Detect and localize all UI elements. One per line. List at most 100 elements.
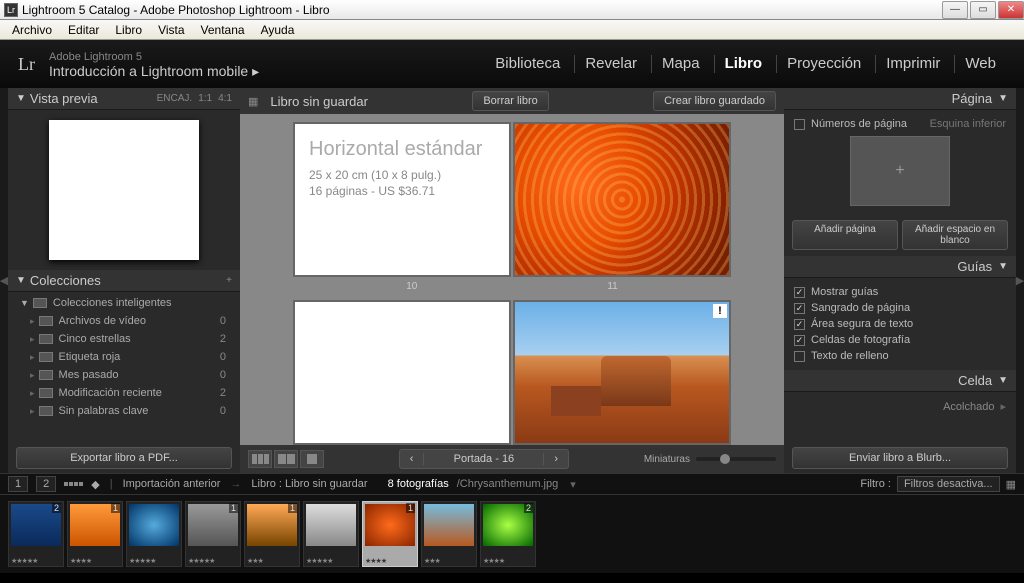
collection-row[interactable]: ▸Cinco estrellas2 <box>8 330 240 348</box>
guide-checkbox[interactable] <box>794 303 805 314</box>
cell-panel-header[interactable]: Celda ▼ <box>784 370 1016 392</box>
right-edge-handle[interactable]: ▶ <box>1016 88 1024 473</box>
book-canvas[interactable]: Horizontal estándar 25 x 20 cm (10 x 8 p… <box>240 114 784 445</box>
menu-editar[interactable]: Editar <box>60 21 107 39</box>
header-tagline[interactable]: Introducción a Lightroom mobile ▸ <box>49 64 259 78</box>
module-revelar[interactable]: Revelar <box>574 55 647 73</box>
collection-row[interactable]: ▸Etiqueta roja0 <box>8 348 240 366</box>
grid-view-icon[interactable] <box>64 482 83 486</box>
spread-10-11: Horizontal estándar 25 x 20 cm (10 x 8 p… <box>270 122 754 277</box>
guide-option[interactable]: Celdas de fotografía <box>794 332 1006 348</box>
filter-select[interactable]: Filtros desactiva... <box>897 476 1000 492</box>
collection-row[interactable]: ▸Sin palabras clave0 <box>8 402 240 420</box>
view-single-button[interactable] <box>300 450 324 468</box>
show-guides-label: Mostrar guías <box>811 286 878 298</box>
collection-row[interactable]: ▸Mes pasado0 <box>8 366 240 384</box>
filename-dropdown-icon[interactable]: ▾ <box>570 478 576 491</box>
cell-padding-label: Acolchado <box>943 401 994 413</box>
page-13[interactable]: ! <box>513 300 731 445</box>
page-12[interactable] <box>293 300 511 445</box>
guides-panel-header[interactable]: Guías ▼ <box>784 256 1016 278</box>
page-10[interactable]: Horizontal estándar 25 x 20 cm (10 x 8 p… <box>293 122 511 277</box>
menu-libro[interactable]: Libro <box>107 21 150 39</box>
filmstrip-thumbnail[interactable]: ★★★★★ <box>303 501 359 567</box>
page-panel-header[interactable]: Página ▼ <box>784 88 1016 110</box>
filmstrip-thumbnail[interactable]: 1★★★★ <box>67 501 123 567</box>
collections-list: ▼Colecciones inteligentes▸Archivos de ví… <box>8 292 240 443</box>
warning-icon[interactable]: ! <box>713 304 727 318</box>
module-web[interactable]: Web <box>954 55 1006 73</box>
menu-ayuda[interactable]: Ayuda <box>253 21 303 39</box>
preview-title: Vista previa <box>30 91 98 106</box>
filmstrip-thumbnail[interactable]: ★★★ <box>421 501 477 567</box>
page-11[interactable] <box>513 122 731 277</box>
show-guides-checkbox[interactable] <box>794 287 805 298</box>
page-number-right: 11 <box>607 281 617 292</box>
collection-row[interactable]: ▸Modificación reciente2 <box>8 384 240 402</box>
book-title: Libro sin guardar <box>270 94 368 109</box>
thumbnail-slider[interactable] <box>696 457 776 461</box>
minimize-button[interactable]: — <box>942 1 968 19</box>
preview-header[interactable]: ▼ Vista previa ENCAJ.1:14:1 <box>8 88 240 110</box>
module-imprimir[interactable]: Imprimir <box>875 55 950 73</box>
add-blank-button[interactable]: Añadir espacio en blanco <box>902 220 1008 250</box>
preview-page[interactable] <box>49 120 199 260</box>
delete-book-button[interactable]: Borrar libro <box>472 91 548 111</box>
collection-row[interactable]: ▼Colecciones inteligentes <box>8 294 240 312</box>
screen-2-button[interactable]: 2 <box>36 476 56 492</box>
guide-checkbox[interactable] <box>794 351 805 362</box>
view-spread-button[interactable] <box>274 450 298 468</box>
module-proyección[interactable]: Proyección <box>776 55 871 73</box>
save-book-button[interactable]: Crear libro guardado <box>653 91 776 111</box>
preview-badge[interactable]: 1:1 <box>198 93 212 104</box>
menu-archivo[interactable]: Archivo <box>4 21 60 39</box>
page-numbers-corner[interactable]: Esquina inferior <box>930 118 1006 130</box>
filter-lock-icon[interactable]: ▦ <box>1006 478 1016 491</box>
left-edge-handle[interactable]: ◀ <box>0 88 8 473</box>
preview-badge[interactable]: ENCAJ. <box>157 93 193 104</box>
grid-toggle-icon[interactable]: ▦ <box>248 95 258 108</box>
module-mapa[interactable]: Mapa <box>651 55 710 73</box>
view-mode-buttons <box>248 450 324 468</box>
nav-label[interactable]: Portada - 16 <box>423 453 543 465</box>
book-info-title: Horizontal estándar <box>309 138 495 161</box>
nav-next-button[interactable]: › <box>543 453 568 465</box>
screen-1-button[interactable]: 1 <box>8 476 28 492</box>
filmstrip-thumbnail[interactable]: 2★★★★★ <box>8 501 64 567</box>
collection-row[interactable]: ▸Archivos de vídeo0 <box>8 312 240 330</box>
filmstrip-thumbnail[interactable]: ★★★★★ <box>126 501 182 567</box>
breadcrumb-2[interactable]: Libro : Libro sin guardar <box>251 478 367 490</box>
secondary-toolbar: 1 2 ◆ | Importación anterior → Libro : L… <box>0 473 1024 495</box>
chevron-down-icon: ▼ <box>998 375 1008 386</box>
menu-vista[interactable]: Vista <box>150 21 192 39</box>
module-libro[interactable]: Libro <box>714 55 773 73</box>
breadcrumb-1[interactable]: Importación anterior <box>123 478 221 490</box>
maximize-button[interactable]: ▭ <box>970 1 996 19</box>
add-page-button[interactable]: Añadir página <box>792 220 898 250</box>
export-pdf-button[interactable]: Exportar libro a PDF... <box>16 447 232 469</box>
filmstrip-thumbnail[interactable]: 1★★★★ <box>362 501 418 567</box>
guide-option[interactable]: Área segura de texto <box>794 316 1006 332</box>
close-button[interactable]: ✕ <box>998 1 1024 19</box>
guide-option[interactable]: Texto de relleno <box>794 348 1006 364</box>
filmstrip-thumbnail[interactable]: 2★★★★ <box>480 501 536 567</box>
module-biblioteca[interactable]: Biblioteca <box>485 55 570 73</box>
page-numbers-checkbox[interactable] <box>794 119 805 130</box>
send-blurb-button[interactable]: Enviar libro a Blurb... <box>792 447 1008 469</box>
filmstrip[interactable]: 2★★★★★1★★★★★★★★★1★★★★★1★★★★★★★★1★★★★★★★2… <box>0 495 1024 573</box>
page-layout-preview[interactable]: + <box>850 136 950 206</box>
nav-prev-button[interactable]: ‹ <box>400 453 424 465</box>
preview-badge[interactable]: 4:1 <box>218 93 232 104</box>
guide-checkbox[interactable] <box>794 335 805 346</box>
filmstrip-thumbnail[interactable]: 1★★★ <box>244 501 300 567</box>
view-grid-button[interactable] <box>248 450 272 468</box>
guide-option[interactable]: Sangrado de página <box>794 300 1006 316</box>
chevron-down-icon: ▼ <box>998 261 1008 272</box>
add-collection-button[interactable]: + <box>226 275 232 286</box>
guide-checkbox[interactable] <box>794 319 805 330</box>
module-picker: BibliotecaRevelarMapaLibroProyecciónImpr… <box>485 55 1006 73</box>
collections-header[interactable]: ▼ Colecciones + <box>8 270 240 292</box>
sort-icon[interactable]: ◆ <box>91 478 99 491</box>
menu-ventana[interactable]: Ventana <box>193 21 253 39</box>
filmstrip-thumbnail[interactable]: 1★★★★★ <box>185 501 241 567</box>
